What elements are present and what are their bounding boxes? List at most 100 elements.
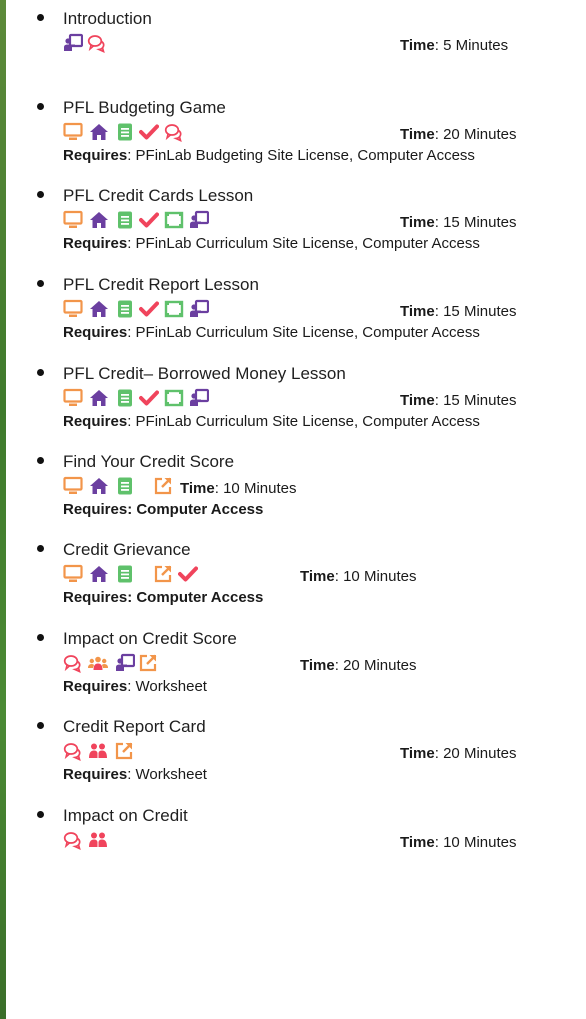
document-icon (118, 389, 132, 407)
discussion-icon (63, 743, 81, 761)
check-icon (139, 212, 159, 228)
requires-text: Requires: Computer Access (63, 501, 264, 518)
home-icon (90, 212, 108, 228)
home-icon (90, 390, 108, 406)
list-item: Credit Grievance Time: 10 Minutes Requires… (0, 531, 586, 631)
presentation-icon (190, 299, 209, 317)
list-item: Credit Report Card Time: 20 Minutes Requir… (0, 708, 586, 808)
time-info: Time: 5 Minutes (400, 37, 509, 54)
group-icon (88, 656, 108, 670)
bullet-point (37, 811, 44, 818)
time-value: 20 Minutes (443, 126, 517, 143)
check-icon (139, 124, 159, 140)
time-label: Time (400, 214, 435, 231)
requirements: Requires: Computer Access (63, 501, 263, 519)
time-value: 10 Minutes (343, 568, 417, 585)
requirements: Requires: PFinLab Curriculum Site Licens… (63, 324, 480, 341)
activity-title: PFL Credit Cards Lesson (63, 186, 254, 205)
requires-label: Requires (63, 147, 128, 164)
requires-value: Worksheet (135, 766, 207, 783)
computer-icon (63, 299, 83, 317)
list-item: PFL Credit– Borrowed Money Lesson Time: 1… (0, 355, 586, 455)
bullet-point (37, 545, 44, 552)
time-info: Time: 15 Minutes (400, 214, 517, 231)
activity-title: Credit Report Card (63, 717, 206, 736)
computer-icon (63, 476, 83, 494)
presentation-icon (116, 653, 135, 671)
requires-text: Requires: Computer Access (63, 589, 264, 606)
bullet-point (37, 14, 44, 21)
time-value: 5 Minutes (443, 37, 509, 54)
time-label: Time (400, 834, 435, 851)
activity-title: Impact on Credit Score (63, 629, 237, 648)
requires-label: Requires (63, 235, 128, 252)
external-link-icon (115, 742, 133, 760)
time-label: Time (300, 568, 335, 585)
external-link-icon (154, 477, 172, 495)
bullet-point (37, 722, 44, 729)
bullet-point (37, 457, 44, 464)
activity-title: Find Your Credit Score (63, 452, 235, 471)
requires-label: Requires (63, 413, 128, 430)
activity-title: PFL Budgeting Game (63, 98, 226, 117)
time-value: 10 Minutes (443, 834, 517, 851)
activity-title: Credit Grievance (63, 540, 191, 559)
activity-title: PFL Credit– Borrowed Money Lesson (63, 364, 346, 383)
discussion-icon (63, 832, 81, 850)
home-icon (90, 301, 108, 317)
requirements: Requires: Computer Access (63, 589, 263, 607)
time-label: Time (400, 392, 435, 409)
requires-label: Requires (63, 678, 128, 695)
pair-icon (89, 743, 107, 758)
list-item: PFL Credit Report Lesson Time: 15 Minutes… (0, 266, 586, 366)
home-icon (90, 124, 108, 140)
document-icon (118, 477, 132, 495)
video-icon (164, 300, 184, 318)
list-item: Introduction Time: 5 Minutes (0, 0, 586, 100)
document-icon (118, 300, 132, 318)
check-icon (139, 301, 159, 317)
bullet-point (37, 280, 44, 287)
time-info: Time: 20 Minutes (400, 745, 517, 762)
activity-title: Introduction (63, 9, 152, 28)
list-item: Impact on Credit Score Time: 20 Minutes Re… (0, 620, 586, 720)
requires-value: PFinLab Curriculum Site License, Compute… (135, 324, 480, 341)
video-icon (164, 389, 184, 407)
time-value: 15 Minutes (443, 214, 517, 231)
home-icon (90, 566, 108, 582)
home-icon (90, 478, 108, 494)
bullet-point (37, 191, 44, 198)
bullet-point (37, 103, 44, 110)
requirements: Requires: Worksheet (63, 678, 207, 695)
time-info: Time: 10 Minutes (300, 568, 417, 585)
time-label: Time (300, 657, 335, 674)
list-item: PFL Credit Cards Lesson Time: 15 Minutes R… (0, 177, 586, 277)
external-link-icon (154, 565, 172, 583)
time-info: Time: 20 Minutes (400, 126, 517, 143)
list-item: PFL Budgeting Game Time: 20 Minutes Requir… (0, 89, 586, 189)
time-label: Time (400, 303, 435, 320)
document-icon (118, 123, 132, 141)
discussion-icon (164, 124, 182, 142)
check-icon (178, 566, 198, 582)
bullet-point (37, 369, 44, 376)
video-icon (164, 211, 184, 229)
requires-value: PFinLab Curriculum Site License, Compute… (135, 413, 480, 430)
time-value: 10 Minutes (223, 480, 297, 497)
time-info: Time: 10 Minutes (400, 834, 517, 851)
external-link-icon (139, 654, 157, 672)
computer-icon (63, 210, 83, 228)
list-item: Impact on Credit Time: 10 Minutes (0, 797, 586, 897)
pair-icon (89, 832, 107, 847)
time-info: Time: 10 Minutes (180, 480, 297, 497)
time-info: Time: 15 Minutes (400, 303, 517, 320)
time-value: 15 Minutes (443, 303, 517, 320)
time-label: Time (400, 745, 435, 762)
computer-icon (63, 564, 83, 582)
requirements: Requires: Worksheet (63, 766, 207, 783)
activity-title: Impact on Credit (63, 806, 188, 825)
time-value: 20 Minutes (443, 745, 517, 762)
requires-label: Requires (63, 766, 128, 783)
presentation-icon (190, 388, 209, 406)
requirements: Requires: PFinLab Curriculum Site Licens… (63, 413, 480, 430)
